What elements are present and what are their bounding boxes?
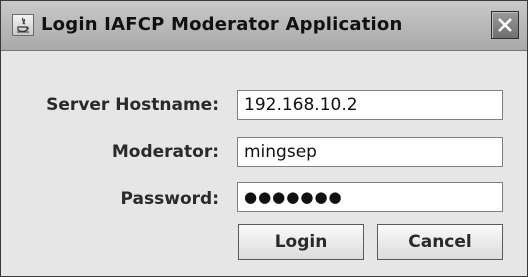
close-button[interactable] [491, 11, 519, 39]
server-hostname-label: Server Hostname: [46, 95, 219, 115]
password-field[interactable]: ●●●●●●● [237, 182, 503, 212]
server-hostname-field[interactable]: 192.168.10.2 [237, 90, 503, 120]
form-panel: Server Hostname: 192.168.10.2 Moderator:… [1, 51, 527, 276]
title-bar[interactable]: Login IAFCP Moderator Application [1, 1, 527, 51]
window-title: Login IAFCP Moderator Application [41, 14, 403, 35]
moderator-label: Moderator: [111, 142, 219, 162]
password-label: Password: [120, 189, 219, 209]
login-button[interactable]: Login [238, 224, 364, 260]
cancel-button[interactable]: Cancel [377, 224, 503, 260]
java-app-icon [12, 14, 34, 36]
moderator-field[interactable]: mingsep [237, 137, 503, 167]
close-icon [498, 18, 512, 32]
login-dialog: Login IAFCP Moderator Application Server… [0, 0, 528, 277]
